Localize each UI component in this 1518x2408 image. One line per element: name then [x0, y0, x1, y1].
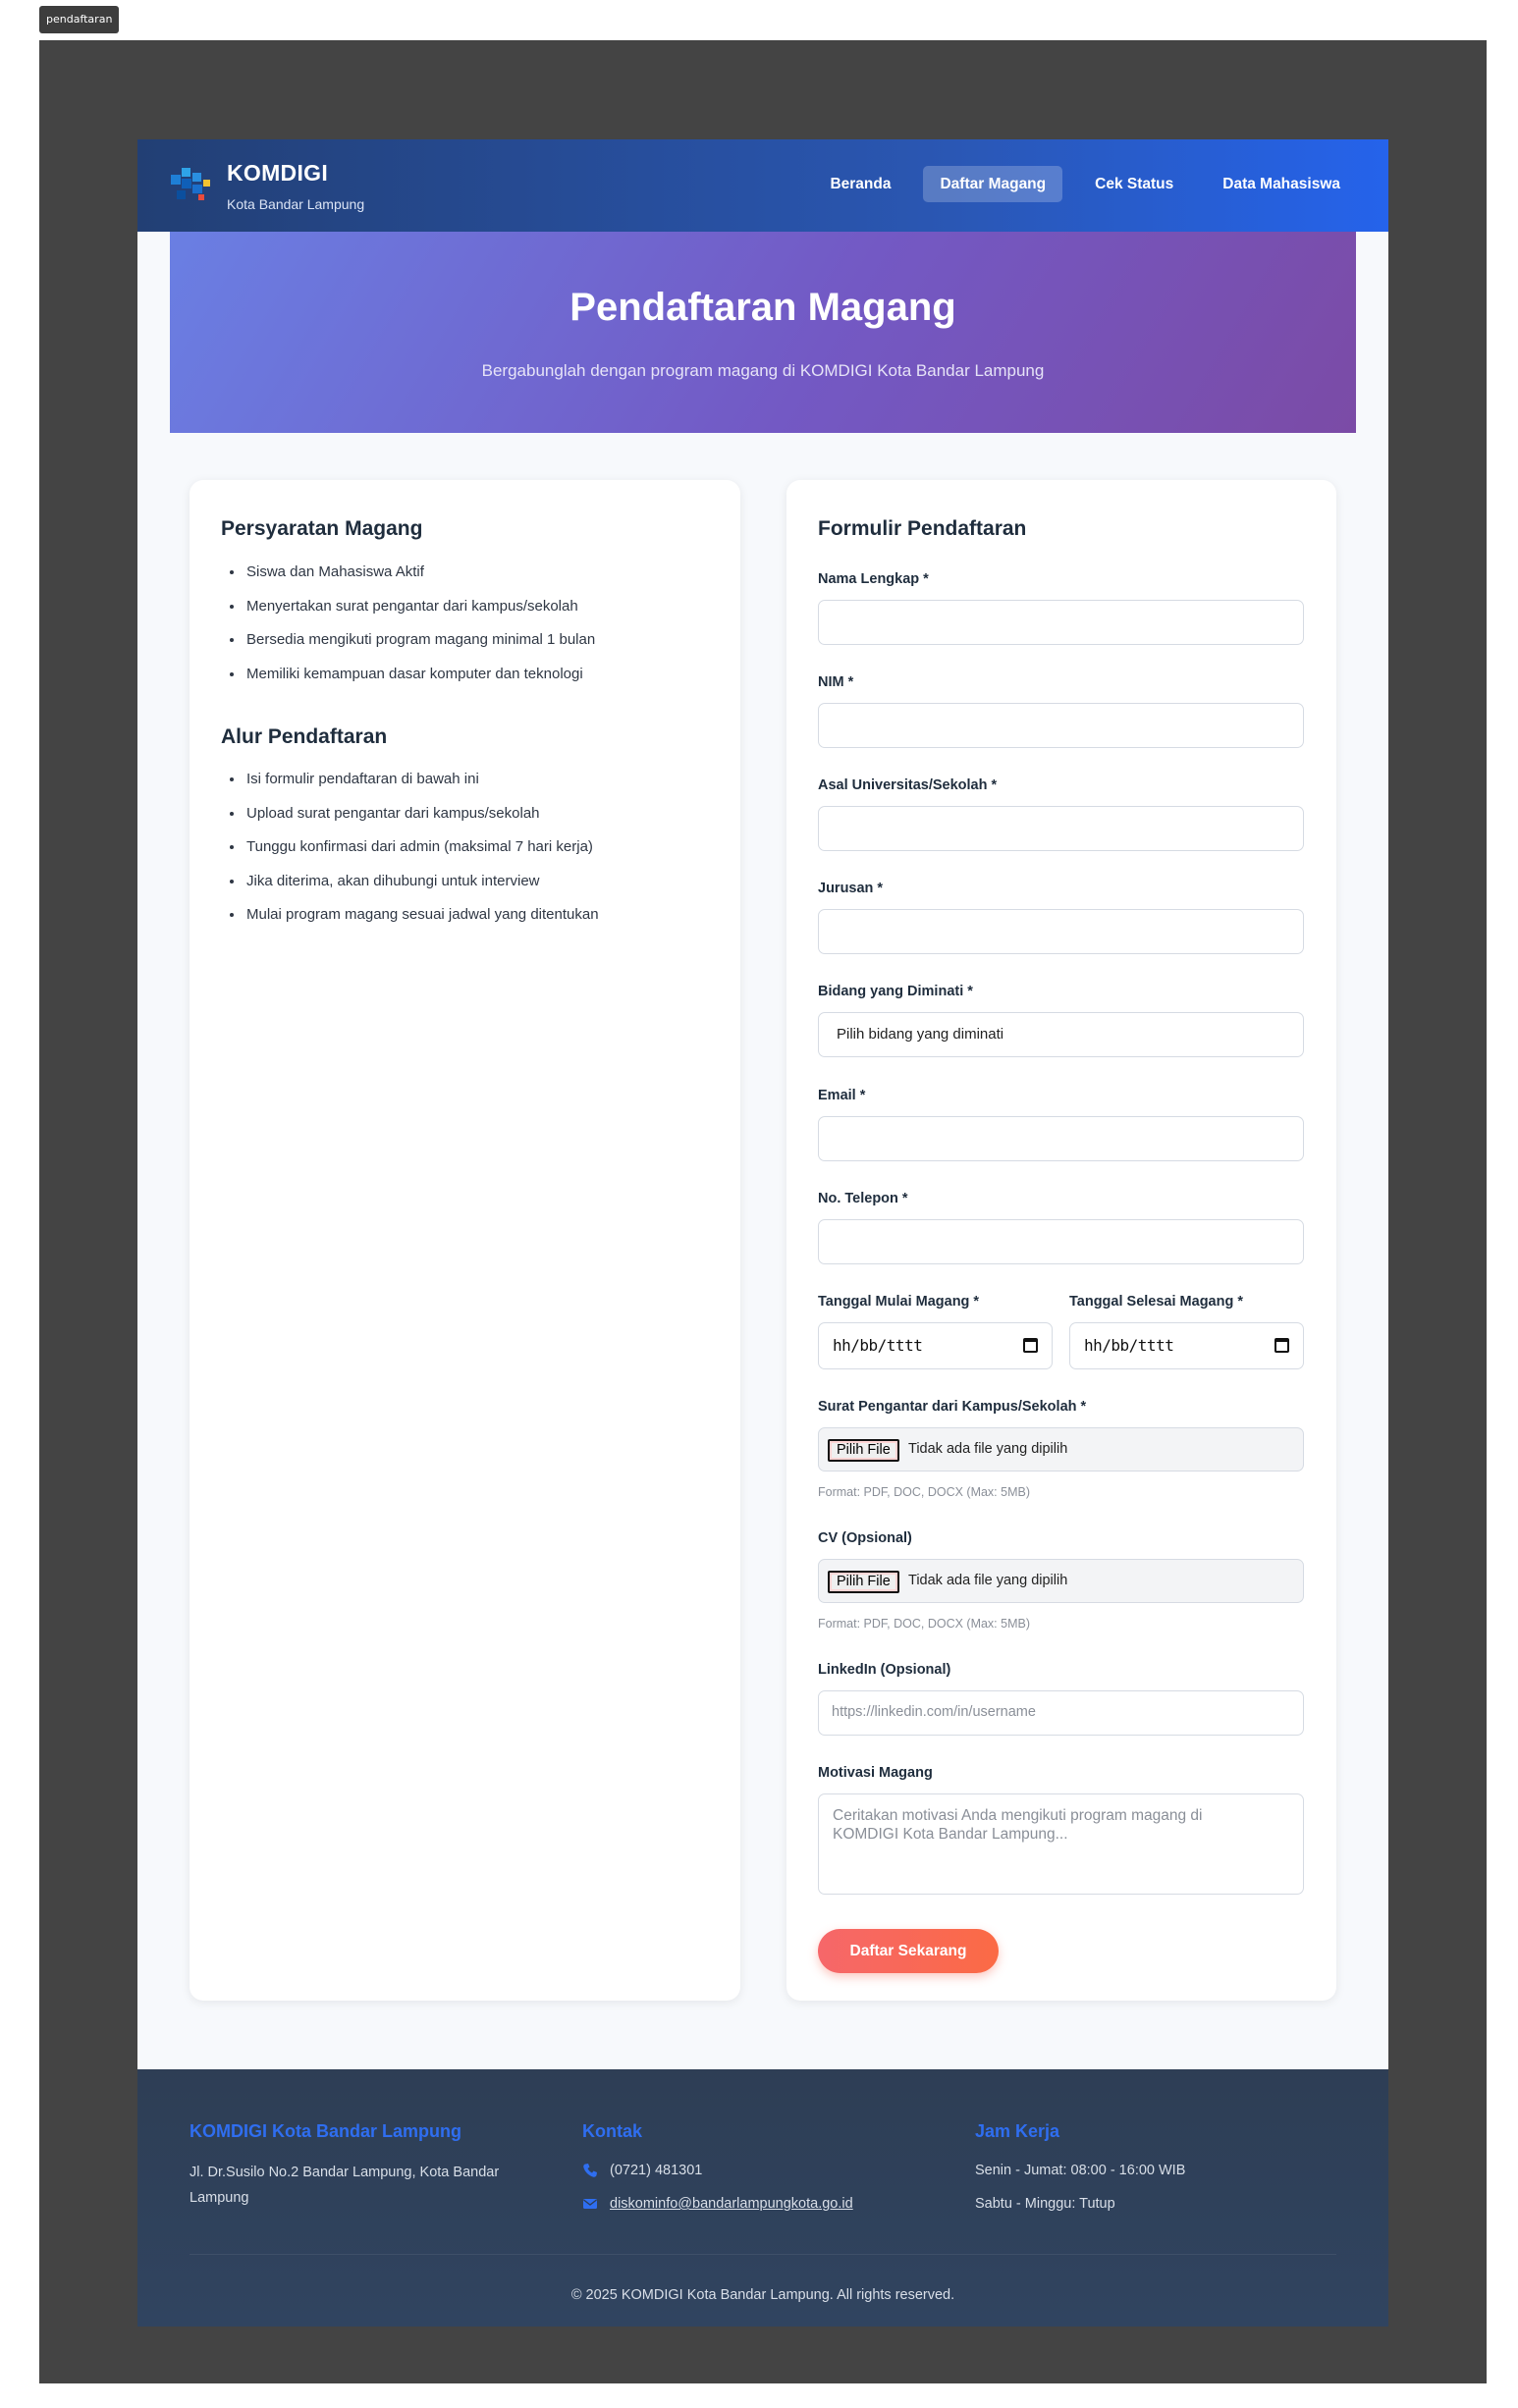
file-format-hint: Format: PDF, DOC, DOCX (Max: 5MB) — [818, 1617, 1030, 1631]
footer-contact: Kontak (0721) 481301 diskominfo@bandarla… — [582, 2121, 955, 2221]
hero-banner: Pendaftaran Magang Bergabunglah dengan p… — [170, 232, 1356, 433]
nama-input[interactable] — [818, 600, 1304, 645]
list-item: Menyertakan surat pengantar dari kampus/… — [244, 597, 595, 631]
bidang-select[interactable]: Pilih bidang yang diminati — [818, 1012, 1304, 1057]
hero-subtitle: Bergabunglah dengan program magang di KO… — [481, 361, 1045, 380]
linkedin-label: LinkedIn (Opsional) — [818, 1662, 951, 1678]
email-label: Email * — [818, 1088, 866, 1103]
tab-label: pendaftaran — [39, 6, 120, 33]
file-status: Tidak ada file yang dipilih — [908, 1441, 1068, 1457]
footer-hours-title: Jam Kerja — [975, 2121, 1060, 2141]
bidang-label: Bidang yang Diminati * — [818, 984, 973, 999]
list-item: Memiliki kemampuan dasar komputer dan te… — [244, 665, 595, 699]
tanggal-selesai-input[interactable]: hh/bb/tttt — [1069, 1322, 1304, 1369]
site-header: KOMDIGI Kota Bandar Lampung Beranda Daft… — [137, 139, 1388, 232]
footer-weekday-hours: Senin - Jumat: 08:00 - 16:00 WIB — [975, 2163, 1186, 2178]
linkedin-placeholder: https://linkedin.com/in/username — [832, 1704, 1036, 1720]
footer-email: diskominfo@bandarlampungkota.go.id — [582, 2187, 955, 2221]
linkedin-input[interactable]: https://linkedin.com/in/username — [818, 1690, 1304, 1736]
surat-file-input[interactable]: Pilih File Tidak ada file yang dipilih — [818, 1427, 1304, 1472]
requirements-list: Siswa dan Mahasiswa Aktif Menyertakan su… — [244, 562, 595, 698]
asal-label: Asal Universitas/Sekolah * — [818, 777, 998, 793]
calendar-icon[interactable] — [1023, 1338, 1038, 1353]
envelope-icon — [583, 2199, 597, 2209]
tanggal-selesai-label: Tanggal Selesai Magang * — [1069, 1294, 1244, 1310]
flow-list: Isi formulir pendaftaran di bawah ini Up… — [244, 770, 599, 939]
tanggal-mulai-input[interactable]: hh/bb/tttt — [818, 1322, 1053, 1369]
telepon-label: No. Telepon * — [818, 1191, 908, 1206]
telepon-input[interactable] — [818, 1219, 1304, 1264]
nim-input[interactable] — [818, 703, 1304, 748]
footer-address: Jl. Dr.Susilo No.2 Bandar Lampung, Kota … — [190, 2165, 500, 2206]
page-title: Pendaftaran Magang — [569, 286, 956, 329]
choose-file-button[interactable]: Pilih File — [828, 1571, 899, 1593]
list-item: Siswa dan Mahasiswa Aktif — [244, 562, 595, 597]
surat-label: Surat Pengantar dari Kampus/Sekolah * — [818, 1399, 1087, 1415]
registration-form: Formulir Pendaftaran Nama Lengkap * NIM … — [786, 480, 1336, 2001]
nama-label: Nama Lengkap * — [818, 571, 929, 587]
info-card: Persyaratan Magang Siswa dan Mahasiswa A… — [190, 480, 740, 2001]
cv-label: CV (Opsional) — [818, 1530, 912, 1546]
jurusan-input[interactable] — [818, 909, 1304, 954]
footer-phone: (0721) 481301 — [582, 2154, 955, 2187]
page: KOMDIGI Kota Bandar Lampung Beranda Daft… — [137, 139, 1388, 2327]
list-item: Mulai program magang sesuai jadwal yang … — [244, 905, 599, 939]
calendar-icon[interactable] — [1274, 1338, 1289, 1353]
komdigi-logo-icon[interactable] — [169, 165, 212, 204]
date-placeholder: hh/bb/tttt — [1084, 1336, 1174, 1355]
footer-phone-text: (0721) 481301 — [610, 2163, 703, 2178]
motivasi-textarea[interactable]: Ceritakan motivasi Anda mengikuti progra… — [818, 1793, 1304, 1895]
list-item: Tunggu konfirmasi dari admin (maksimal 7… — [244, 837, 599, 872]
cv-file-input[interactable]: Pilih File Tidak ada file yang dipilih — [818, 1559, 1304, 1603]
form-title: Formulir Pendaftaran — [818, 517, 1027, 540]
list-item: Upload surat pengantar dari kampus/sekol… — [244, 804, 599, 838]
nav-cek-status[interactable]: Cek Status — [1078, 166, 1190, 202]
brand-subtitle: Kota Bandar Lampung — [227, 196, 365, 212]
list-item: Bersedia mengikuti program magang minima… — [244, 630, 595, 665]
footer-email-link[interactable]: diskominfo@bandarlampungkota.go.id — [610, 2196, 853, 2212]
email-input[interactable] — [818, 1116, 1304, 1161]
footer-copyright: © 2025 KOMDIGI Kota Bandar Lampung. All … — [570, 2287, 955, 2303]
footer-weekend-hours: Sabtu - Minggu: Tutup — [975, 2196, 1115, 2212]
choose-file-button[interactable]: Pilih File — [828, 1439, 899, 1462]
list-item: Jika diterima, akan dihubungi untuk inte… — [244, 872, 599, 906]
nim-label: NIM * — [818, 674, 854, 690]
motivasi-label: Motivasi Magang — [818, 1765, 933, 1781]
list-item: Isi formulir pendaftaran di bawah ini — [244, 770, 599, 804]
submit-button[interactable]: Daftar Sekarang — [818, 1929, 999, 1973]
file-status: Tidak ada file yang dipilih — [908, 1573, 1068, 1588]
asal-input[interactable] — [818, 806, 1304, 851]
footer-divider — [190, 2254, 1336, 2255]
footer-org-title: KOMDIGI Kota Bandar Lampung — [190, 2121, 462, 2141]
main-nav: Beranda Daftar Magang Cek Status Data Ma… — [813, 166, 1357, 202]
site-footer: KOMDIGI Kota Bandar Lampung Jl. Dr.Susil… — [137, 2069, 1388, 2327]
phone-icon — [583, 2164, 597, 2177]
nav-data-mahasiswa[interactable]: Data Mahasiswa — [1206, 166, 1357, 202]
footer-contact-title: Kontak — [582, 2121, 643, 2141]
requirements-title: Persyaratan Magang — [221, 517, 423, 540]
date-placeholder: hh/bb/tttt — [833, 1336, 923, 1355]
brand-name[interactable]: KOMDIGI — [227, 160, 328, 187]
jurusan-label: Jurusan * — [818, 881, 884, 896]
motivasi-placeholder: Ceritakan motivasi Anda mengikuti progra… — [833, 1807, 1203, 1843]
footer-hours: Jam Kerja Senin - Jumat: 08:00 - 16:00 W… — [975, 2121, 1328, 2221]
flow-title: Alur Pendaftaran — [221, 725, 388, 748]
footer-org: KOMDIGI Kota Bandar Lampung Jl. Dr.Susil… — [190, 2121, 543, 2211]
tanggal-mulai-label: Tanggal Mulai Magang * — [818, 1294, 980, 1310]
file-format-hint: Format: PDF, DOC, DOCX (Max: 5MB) — [818, 1485, 1030, 1499]
browser-frame: KOMDIGI Kota Bandar Lampung Beranda Daft… — [39, 40, 1487, 2383]
nav-daftar-magang[interactable]: Daftar Magang — [923, 166, 1063, 202]
nav-beranda[interactable]: Beranda — [813, 166, 907, 202]
bidang-selected-value: Pilih bidang yang diminati — [837, 1026, 1004, 1043]
